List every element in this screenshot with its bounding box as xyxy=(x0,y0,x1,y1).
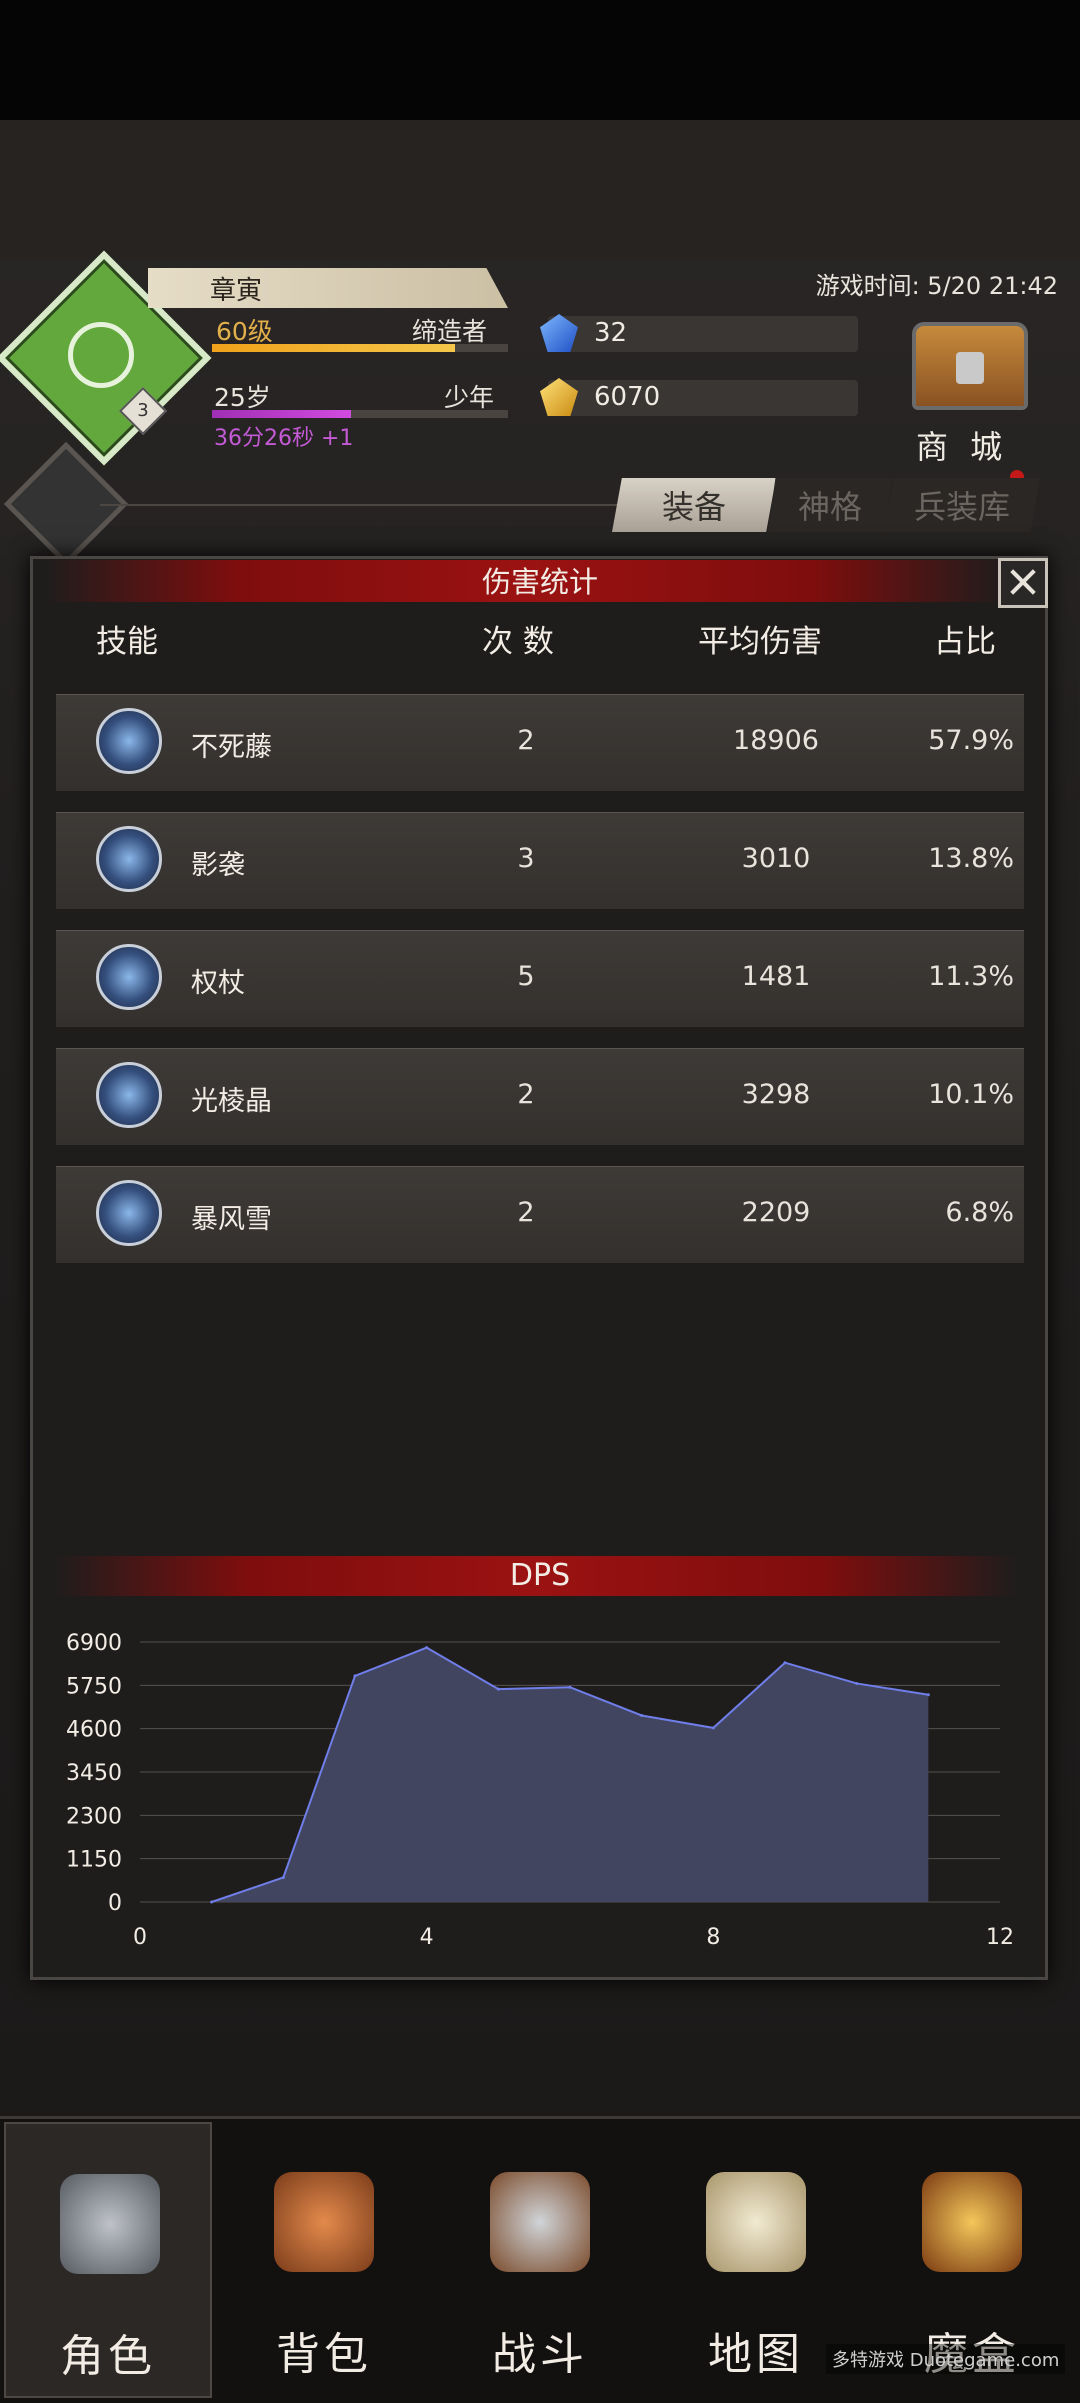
skill-name: 光棱晶 xyxy=(191,1086,272,1117)
skill-count: 2 xyxy=(517,1079,535,1110)
xp-bar-fill xyxy=(212,344,455,352)
skill-count: 5 xyxy=(517,961,535,992)
shadow-figure-icon xyxy=(96,826,162,892)
age-bar-fill xyxy=(212,410,352,418)
game-time: 游戏时间: 5/20 21:42 xyxy=(815,272,1058,300)
rank-number: 3 xyxy=(137,400,149,421)
table-row: 权杖 5 1481 11.3% xyxy=(56,930,1024,1027)
skill-avg-damage: 2209 xyxy=(741,1197,811,1228)
table-row: 光棱晶 2 3298 10.1% xyxy=(56,1048,1024,1145)
lock-icon xyxy=(956,352,984,384)
modal-title: 伤害统计 xyxy=(481,565,598,599)
y-tick-label: 0 xyxy=(108,1891,122,1916)
skill-ratio: 6.8% xyxy=(945,1197,1014,1228)
gem-emblem-icon xyxy=(68,322,134,388)
scroll-map-icon xyxy=(706,2172,806,2272)
gem-count: 32 xyxy=(594,318,628,348)
skill-count: 2 xyxy=(517,725,535,756)
skill-count: 2 xyxy=(517,1197,535,1228)
dps-point xyxy=(353,1674,357,1678)
y-tick-label: 6900 xyxy=(66,1631,122,1656)
watermark: 多特游戏 Duotegame.com xyxy=(826,2344,1066,2374)
close-button[interactable] xyxy=(998,558,1048,608)
sword-shield-icon xyxy=(490,2172,590,2272)
light-prism-icon xyxy=(96,1062,162,1128)
top-black-bar xyxy=(0,0,1080,120)
nav-character[interactable]: 角色 xyxy=(4,2122,212,2398)
dps-point xyxy=(783,1661,787,1665)
y-tick-label: 1150 xyxy=(66,1848,122,1873)
life-stage: 少年 xyxy=(444,383,495,412)
dps-point xyxy=(210,1900,214,1904)
vine-lightning-icon xyxy=(96,708,162,774)
player-level: 60级 xyxy=(216,317,273,346)
y-tick-label: 4600 xyxy=(66,1718,122,1743)
dps-point xyxy=(568,1685,572,1689)
dps-title: DPS xyxy=(509,1558,571,1593)
player-age: 25岁 xyxy=(214,383,271,412)
skill-avg-damage: 3298 xyxy=(741,1079,811,1110)
y-tick-label: 5750 xyxy=(66,1674,122,1699)
helmet-icon xyxy=(60,2174,160,2274)
player-name: 章寅 xyxy=(210,276,263,306)
skill-name: 权杖 xyxy=(191,968,245,999)
shop-label[interactable]: 商 城 xyxy=(916,422,1008,468)
skill-name: 暴风雪 xyxy=(191,1204,272,1235)
nav-label: 背包 xyxy=(276,2329,372,2380)
tab-equipment[interactable]: 装备 xyxy=(612,478,776,532)
dps-point xyxy=(711,1726,715,1730)
skill-avg-damage: 3010 xyxy=(741,843,811,874)
y-tick-label: 2300 xyxy=(66,1804,122,1829)
column-skill: 技能 xyxy=(96,624,158,660)
dps-point xyxy=(281,1876,285,1880)
column-ratio: 占比 xyxy=(934,624,996,660)
sword-icon xyxy=(96,944,162,1010)
divider xyxy=(100,504,620,506)
gold-count: 6070 xyxy=(594,382,661,412)
age-timer: 36分26秒 +1 xyxy=(214,426,354,451)
blizzard-icon xyxy=(96,1180,162,1246)
table-row: 不死藤 2 18906 57.9% xyxy=(56,694,1024,791)
dps-point xyxy=(496,1687,500,1691)
magic-box-icon xyxy=(922,2172,1022,2272)
y-tick-label: 3450 xyxy=(66,1761,122,1786)
backpack-icon xyxy=(274,2172,374,2272)
player-title: 缔造者 xyxy=(412,317,488,346)
dps-point xyxy=(926,1693,930,1697)
column-count: 次 数 xyxy=(482,624,554,660)
table-row: 暴风雪 2 2209 6.8% xyxy=(56,1166,1024,1263)
skill-name: 不死藤 xyxy=(191,732,272,763)
skill-ratio: 10.1% xyxy=(928,1079,1014,1110)
dps-point xyxy=(640,1713,644,1717)
nav-label: 战斗 xyxy=(492,2329,588,2380)
tab-divinity[interactable]: 神格 xyxy=(768,478,892,532)
nav-battle[interactable]: 战斗 xyxy=(436,2122,644,2398)
dps-point xyxy=(855,1681,859,1685)
dps-point xyxy=(425,1646,429,1650)
column-avg-damage: 平均伤害 xyxy=(698,624,822,660)
skill-ratio: 13.8% xyxy=(928,843,1014,874)
skill-count: 3 xyxy=(517,843,535,874)
x-tick-label: 0 xyxy=(133,1925,147,1950)
nav-backpack[interactable]: 背包 xyxy=(220,2122,428,2398)
skill-ratio: 57.9% xyxy=(928,725,1014,756)
tab-armory[interactable]: 兵装库 xyxy=(884,478,1040,532)
table-row: 影袭 3 3010 13.8% xyxy=(56,812,1024,909)
skill-ratio: 11.3% xyxy=(928,961,1014,992)
x-tick-label: 8 xyxy=(706,1925,720,1950)
dps-chart: 0 1150 2300 3450 4600 5750 6900 0 4 8 12 xyxy=(66,1631,1014,1950)
skill-avg-damage: 1481 xyxy=(741,961,811,992)
x-tick-label: 12 xyxy=(986,1925,1014,1950)
skill-name: 影袭 xyxy=(191,850,245,881)
x-tick-label: 4 xyxy=(420,1925,434,1950)
name-plate xyxy=(148,268,508,308)
background-stripe xyxy=(0,120,1080,260)
nav-label: 角色 xyxy=(60,2331,156,2382)
skill-avg-damage: 18906 xyxy=(733,725,819,756)
